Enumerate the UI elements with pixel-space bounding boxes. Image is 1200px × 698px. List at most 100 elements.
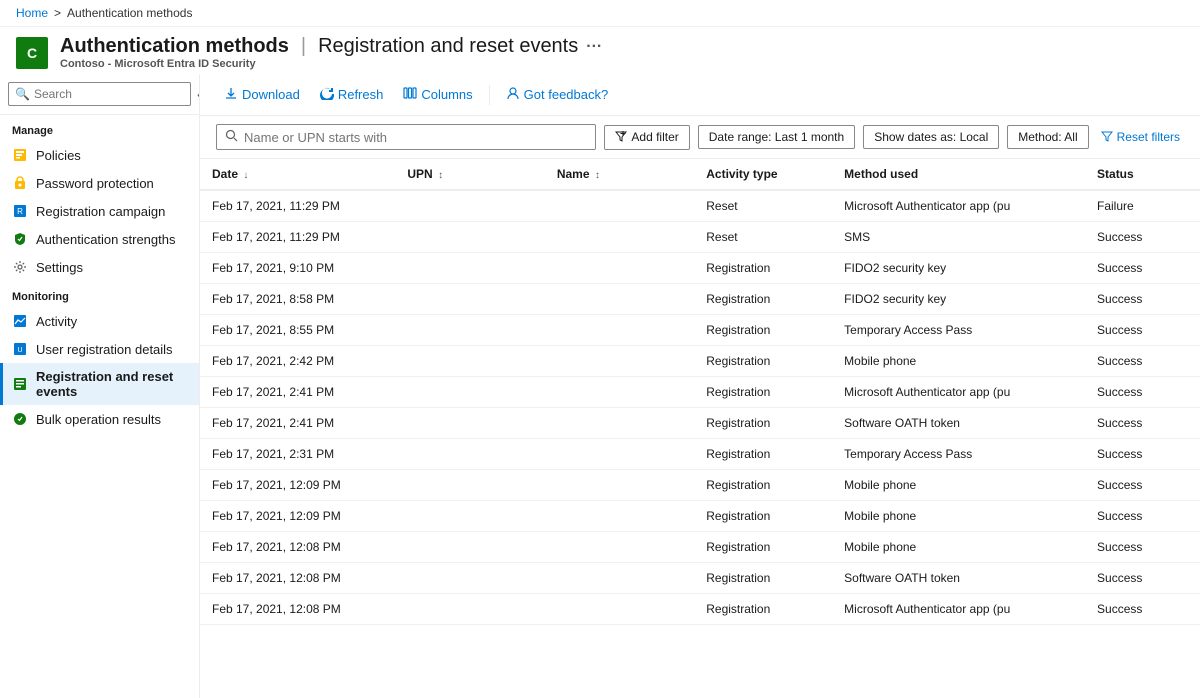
sidebar-item-label: Password protection — [36, 176, 154, 191]
sidebar-item-reg-reset-events[interactable]: Registration and reset events — [0, 363, 199, 405]
sidebar-item-label: Authentication strengths — [36, 232, 175, 247]
filter-search-input[interactable] — [244, 130, 587, 145]
sidebar-item-bulk-results[interactable]: Bulk operation results — [0, 405, 199, 433]
cell-upn — [395, 253, 544, 284]
cell-activity-type: Registration — [694, 563, 832, 594]
cell-date: Feb 17, 2021, 12:08 PM — [200, 594, 395, 625]
cell-activity-type: Reset — [694, 190, 832, 222]
data-table: Date ↓ UPN ↕ Name ↕ Activity type Method… — [200, 159, 1200, 625]
col-header-method[interactable]: Method used — [832, 159, 1085, 190]
page-title-separator: | — [301, 35, 306, 58]
sidebar: 🔍 « Manage Policies Password protection … — [0, 74, 200, 698]
col-header-name[interactable]: Name ↕ — [545, 159, 694, 190]
filter-icon — [1101, 130, 1113, 145]
filter-bar: Add filter Date range: Last 1 month Show… — [200, 116, 1200, 159]
settings-icon — [12, 259, 28, 275]
col-header-upn[interactable]: UPN ↕ — [395, 159, 544, 190]
cell-upn — [395, 439, 544, 470]
more-options-icon[interactable]: ··· — [586, 38, 602, 56]
sidebar-item-user-registration[interactable]: U User registration details — [0, 335, 199, 363]
sidebar-item-auth-strengths[interactable]: Authentication strengths — [0, 225, 199, 253]
sidebar-item-registration-campaign[interactable]: R Registration campaign — [0, 197, 199, 225]
cell-date: Feb 17, 2021, 2:41 PM — [200, 408, 395, 439]
cell-name — [545, 594, 694, 625]
breadcrumb: Home > Authentication methods — [0, 0, 1200, 27]
refresh-button[interactable]: Refresh — [312, 82, 392, 107]
columns-button[interactable]: Columns — [395, 82, 480, 107]
cell-upn — [395, 346, 544, 377]
password-icon — [12, 175, 28, 191]
cell-method-used: Mobile phone — [832, 470, 1085, 501]
table-row[interactable]: Feb 17, 2021, 9:10 PM Registration FIDO2… — [200, 253, 1200, 284]
content-area: Download Refresh Columns Got feedback? — [200, 74, 1200, 698]
table-row[interactable]: Feb 17, 2021, 11:29 PM Reset Microsoft A… — [200, 190, 1200, 222]
table-row[interactable]: Feb 17, 2021, 12:09 PM Registration Mobi… — [200, 470, 1200, 501]
cell-method-used: Mobile phone — [832, 346, 1085, 377]
filter-search-box[interactable] — [216, 124, 596, 150]
cell-date: Feb 17, 2021, 11:29 PM — [200, 190, 395, 222]
cell-upn — [395, 563, 544, 594]
cell-status: Success — [1085, 315, 1200, 346]
bulk-icon — [12, 411, 28, 427]
table-row[interactable]: Feb 17, 2021, 2:41 PM Registration Micro… — [200, 377, 1200, 408]
sidebar-item-label: User registration details — [36, 342, 173, 357]
cell-upn — [395, 315, 544, 346]
toolbar-separator — [489, 85, 490, 105]
cell-date: Feb 17, 2021, 12:08 PM — [200, 563, 395, 594]
download-icon — [224, 86, 238, 103]
show-dates-filter[interactable]: Show dates as: Local — [863, 125, 999, 149]
table-row[interactable]: Feb 17, 2021, 12:09 PM Registration Mobi… — [200, 501, 1200, 532]
sort-icon-name: ↕ — [595, 170, 600, 181]
cell-name — [545, 284, 694, 315]
cell-status: Success — [1085, 408, 1200, 439]
date-range-filter[interactable]: Date range: Last 1 month — [698, 125, 855, 149]
table-body: Feb 17, 2021, 11:29 PM Reset Microsoft A… — [200, 190, 1200, 625]
feedback-button[interactable]: Got feedback? — [498, 82, 617, 107]
page-title-text: Authentication methods — [60, 35, 289, 58]
reset-filters-button[interactable]: Reset filters — [1097, 126, 1184, 149]
sidebar-search-container: 🔍 « — [0, 74, 199, 115]
filter-search-icon — [225, 129, 238, 145]
col-header-date[interactable]: Date ↓ — [200, 159, 395, 190]
sidebar-item-activity[interactable]: Activity — [0, 307, 199, 335]
table-row[interactable]: Feb 17, 2021, 2:42 PM Registration Mobil… — [200, 346, 1200, 377]
add-filter-button[interactable]: Add filter — [604, 125, 689, 150]
cell-activity-type: Registration — [694, 470, 832, 501]
cell-upn — [395, 284, 544, 315]
sidebar-item-settings[interactable]: Settings — [0, 253, 199, 281]
toolbar: Download Refresh Columns Got feedback? — [200, 74, 1200, 116]
col-header-activity[interactable]: Activity type — [694, 159, 832, 190]
cell-method-used: Software OATH token — [832, 408, 1085, 439]
table-row[interactable]: Feb 17, 2021, 2:41 PM Registration Softw… — [200, 408, 1200, 439]
search-input[interactable] — [34, 87, 189, 101]
table-row[interactable]: Feb 17, 2021, 8:55 PM Registration Tempo… — [200, 315, 1200, 346]
campaign-icon: R — [12, 203, 28, 219]
cell-upn — [395, 501, 544, 532]
cell-upn — [395, 594, 544, 625]
table-row[interactable]: Feb 17, 2021, 12:08 PM Registration Micr… — [200, 594, 1200, 625]
cell-name — [545, 346, 694, 377]
page-section-text: Registration and reset events — [318, 35, 578, 58]
cell-method-used: Microsoft Authenticator app (pu — [832, 377, 1085, 408]
columns-icon — [403, 86, 417, 103]
page-subtitle: Contoso - Microsoft Entra ID Security — [60, 58, 602, 70]
sidebar-search-box[interactable]: 🔍 « — [8, 82, 191, 106]
download-button[interactable]: Download — [216, 82, 308, 107]
breadcrumb-current: Authentication methods — [67, 6, 192, 20]
sidebar-item-policies[interactable]: Policies — [0, 141, 199, 169]
cell-status: Success — [1085, 284, 1200, 315]
sidebar-item-label: Registration and reset events — [36, 369, 187, 399]
table-row[interactable]: Feb 17, 2021, 12:08 PM Registration Soft… — [200, 563, 1200, 594]
refresh-icon — [320, 86, 334, 103]
col-header-status[interactable]: Status — [1085, 159, 1200, 190]
sidebar-item-password-protection[interactable]: Password protection — [0, 169, 199, 197]
cell-method-used: Mobile phone — [832, 501, 1085, 532]
table-row[interactable]: Feb 17, 2021, 8:58 PM Registration FIDO2… — [200, 284, 1200, 315]
page-title: Authentication methods | Registration an… — [60, 35, 602, 58]
table-row[interactable]: Feb 17, 2021, 2:31 PM Registration Tempo… — [200, 439, 1200, 470]
table-row[interactable]: Feb 17, 2021, 11:29 PM Reset SMS Success — [200, 222, 1200, 253]
method-filter[interactable]: Method: All — [1007, 125, 1088, 149]
table-row[interactable]: Feb 17, 2021, 12:08 PM Registration Mobi… — [200, 532, 1200, 563]
cell-upn — [395, 377, 544, 408]
breadcrumb-home[interactable]: Home — [16, 6, 48, 20]
